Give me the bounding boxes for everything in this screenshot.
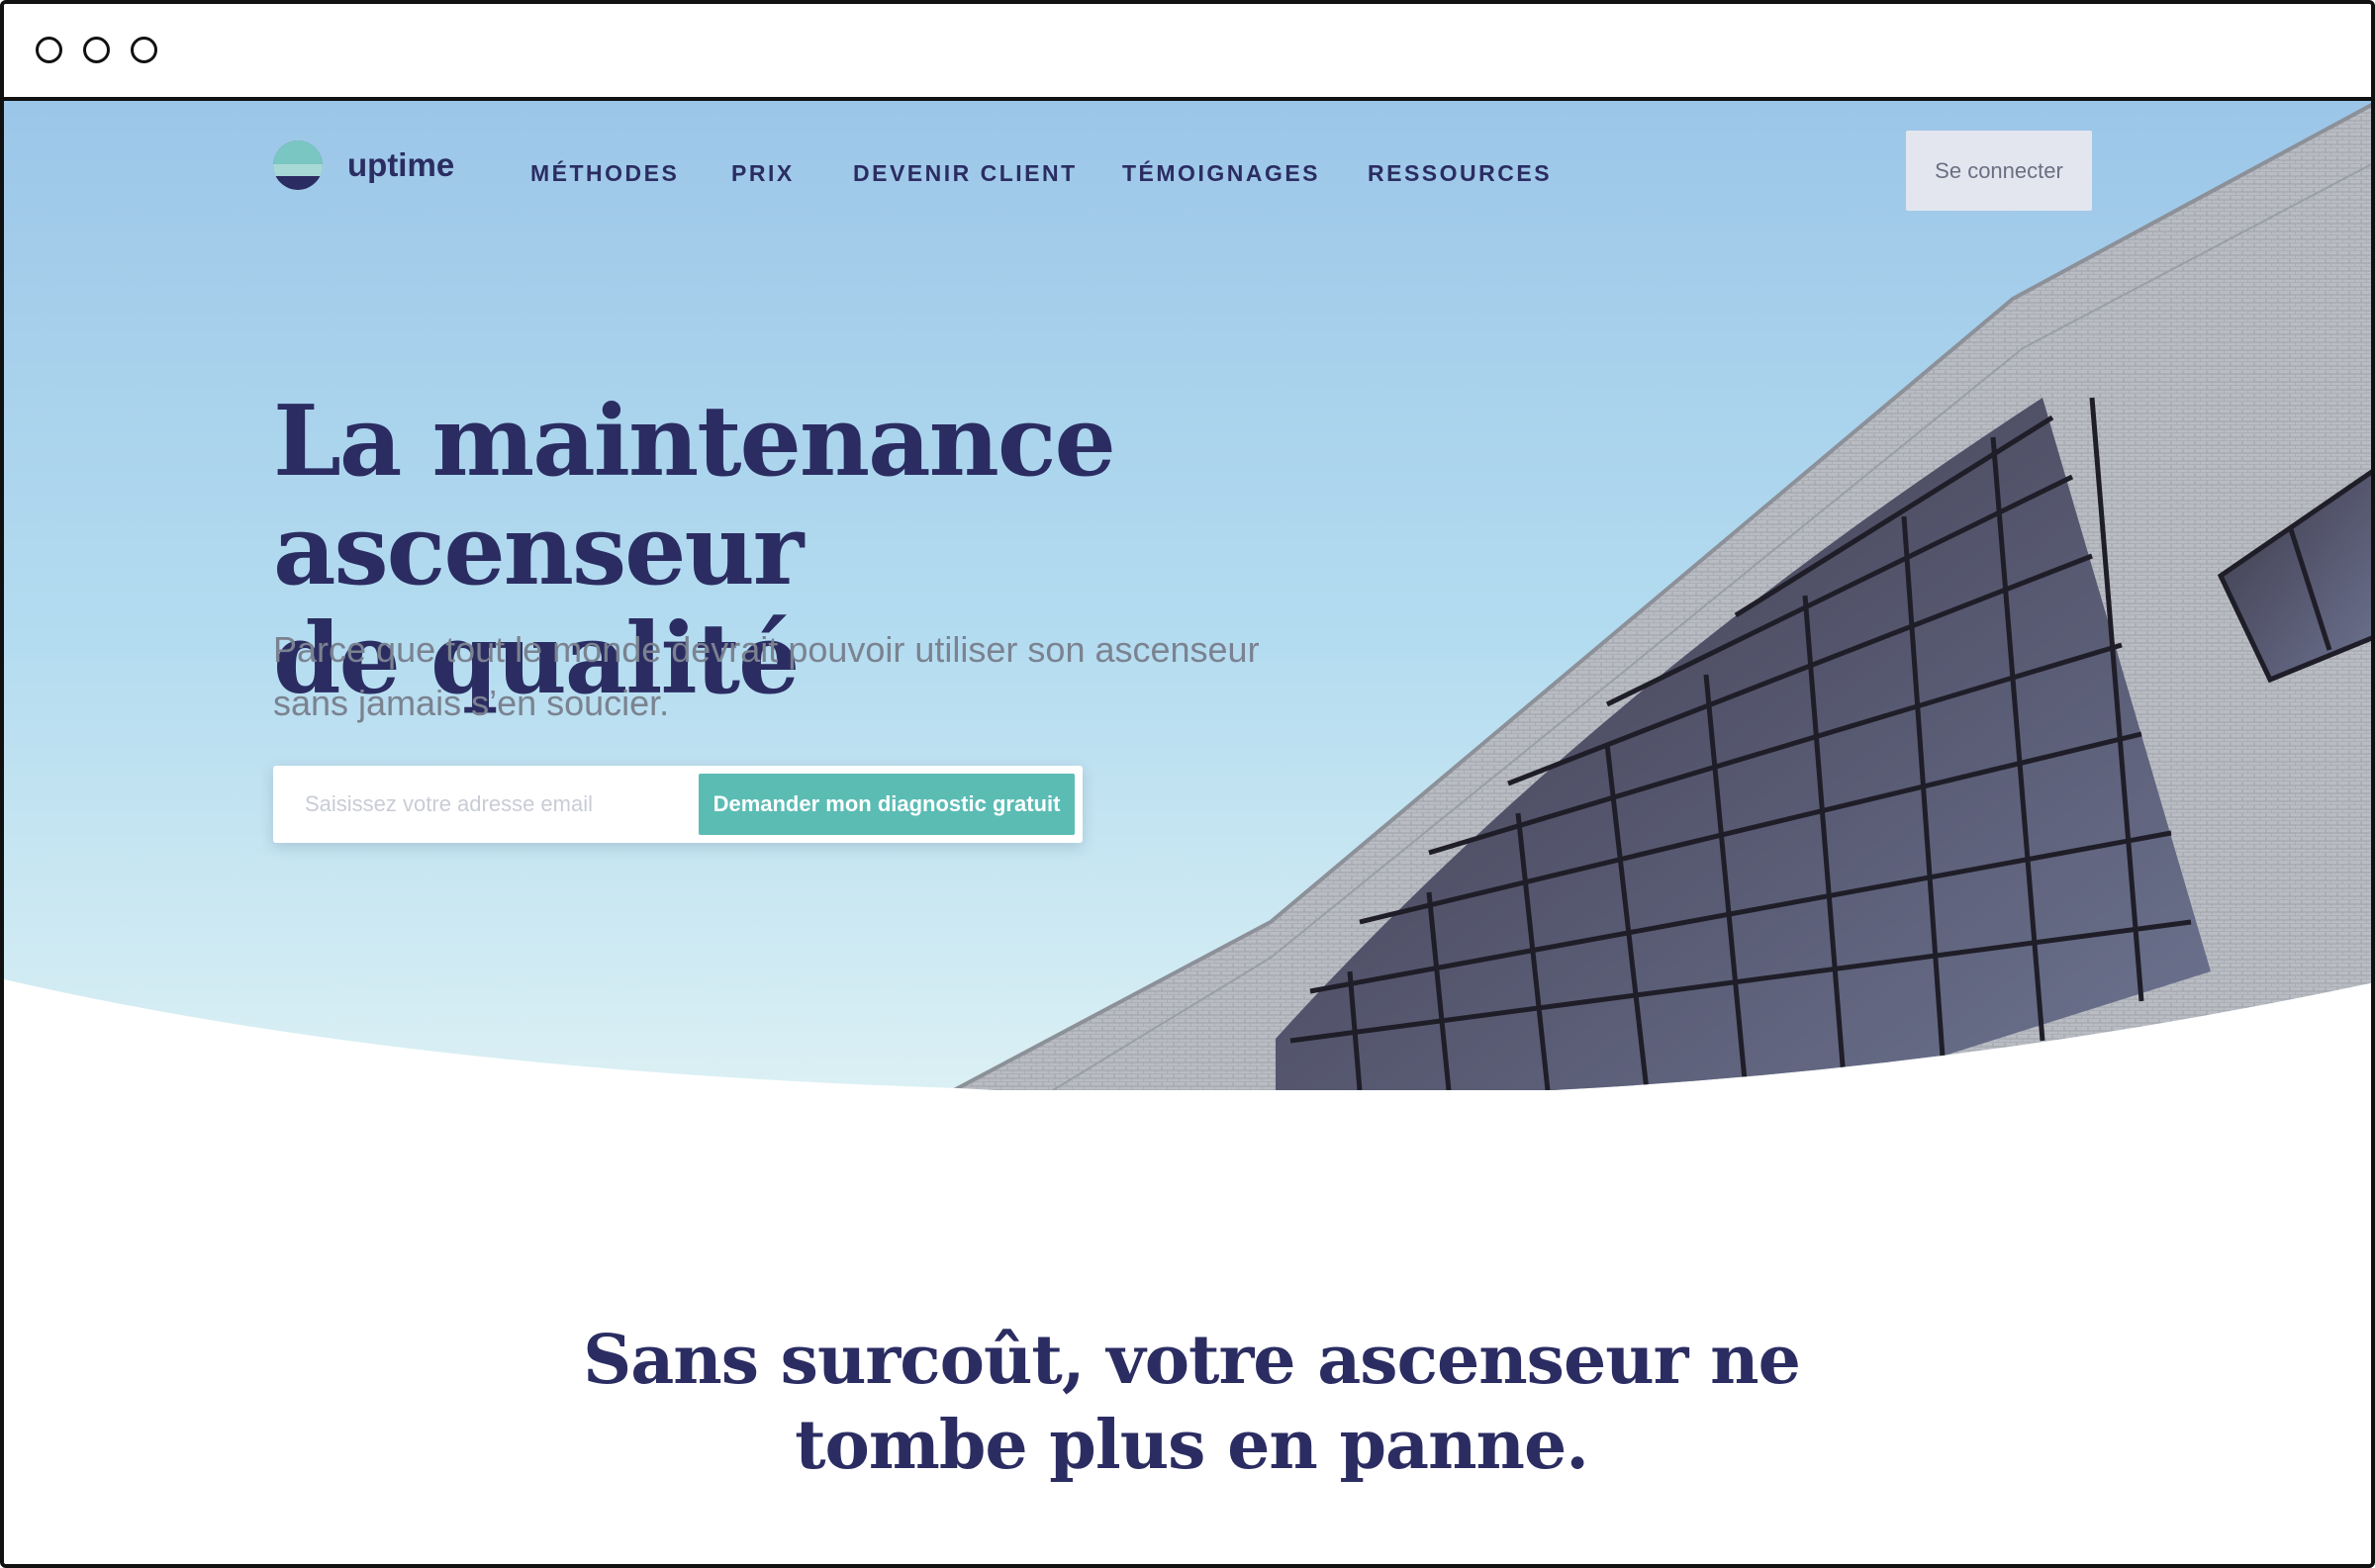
browser-chrome xyxy=(4,4,2371,101)
window-close-dot[interactable] xyxy=(36,37,62,63)
logo[interactable]: uptime xyxy=(273,140,454,190)
section-heading: Sans surcoût, votre ascenseur ne tombe p… xyxy=(4,1318,2371,1488)
email-signup-form: Saisissez votre adresse email Demander m… xyxy=(273,766,1083,843)
window-minimize-dot[interactable] xyxy=(83,37,110,63)
hero-subtitle-line-2: sans jamais s’en soucier. xyxy=(273,683,670,723)
logo-text: uptime xyxy=(347,146,455,183)
uptime-logo-icon xyxy=(273,140,323,190)
top-navigation: uptime MÉTHODES PRIX DEVENIR CLIENT TÉMO… xyxy=(4,101,2371,249)
hero-subtitle: Parce que tout le monde devrait pouvoir … xyxy=(273,623,1362,730)
browser-window: uptime MÉTHODES PRIX DEVENIR CLIENT TÉMO… xyxy=(0,0,2375,1568)
nav-item-devenir-client[interactable]: DEVENIR CLIENT xyxy=(853,160,1078,187)
nav-item-temoignages[interactable]: TÉMOIGNAGES xyxy=(1122,160,1320,187)
nav-item-methodes[interactable]: MÉTHODES xyxy=(530,160,679,187)
section-heading-line-2: tombe plus en panne. xyxy=(795,1406,1589,1485)
nav-item-ressources[interactable]: RESSOURCES xyxy=(1368,160,1552,187)
hero-subtitle-line-1: Parce que tout le monde devrait pouvoir … xyxy=(273,629,1260,670)
window-maximize-dot[interactable] xyxy=(131,37,157,63)
hero-section: uptime MÉTHODES PRIX DEVENIR CLIENT TÉMO… xyxy=(4,101,2371,1090)
login-button[interactable]: Se connecter xyxy=(1906,131,2092,211)
nav-item-prix[interactable]: PRIX xyxy=(731,160,795,187)
section-heading-line-1: Sans surcoût, votre ascenseur ne xyxy=(583,1321,1801,1400)
diagnostic-request-button[interactable]: Demander mon diagnostic gratuit xyxy=(699,774,1075,835)
hero-title-line-1: La maintenance ascenseur xyxy=(273,385,1116,607)
email-input[interactable]: Saisissez votre adresse email xyxy=(305,766,681,843)
